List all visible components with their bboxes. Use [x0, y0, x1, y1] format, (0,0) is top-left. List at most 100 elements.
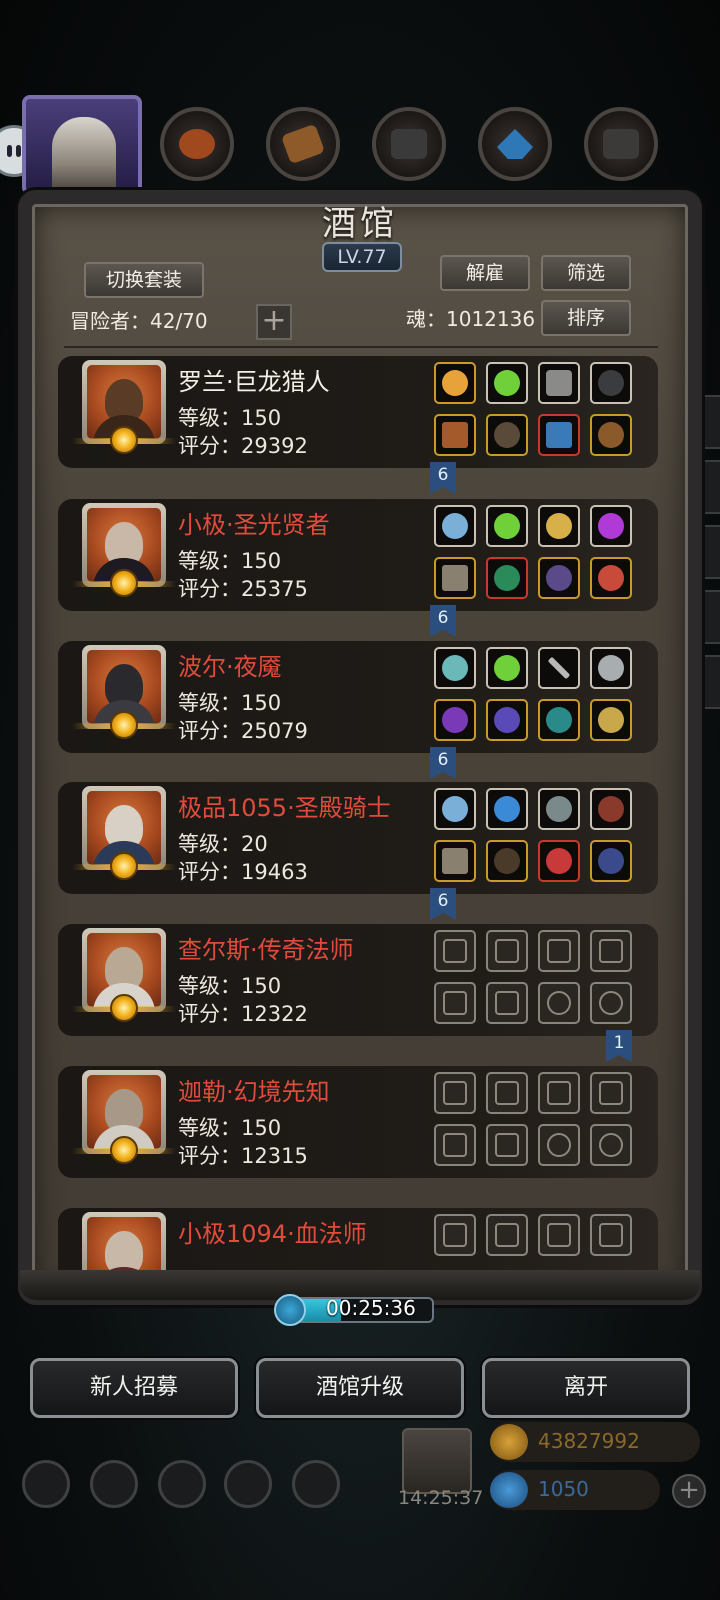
hero-score: 评分：19463 [178, 860, 308, 884]
empty-ring-slot-icon[interactable] [538, 1124, 580, 1166]
necklace-icon[interactable] [590, 557, 632, 599]
soul-count: 魂：1012136 [406, 307, 536, 331]
stone-icon[interactable] [590, 647, 632, 689]
filter-button[interactable]: 筛选 [541, 255, 631, 291]
empty-weapon-slot-icon[interactable] [434, 982, 476, 1024]
sword-icon[interactable] [538, 414, 580, 456]
player-avatar[interactable] [22, 95, 142, 195]
set-count-tag: 6 [430, 747, 456, 779]
amulet-icon[interactable] [486, 362, 528, 404]
bow-icon[interactable] [538, 699, 580, 741]
armor-piece-icon[interactable] [486, 840, 528, 882]
hero-score: 评分：25079 [178, 719, 308, 743]
menu-icon[interactable] [22, 1460, 70, 1508]
armor-icon[interactable] [160, 107, 234, 181]
empty-hourglass-slot-icon[interactable] [590, 1214, 632, 1256]
hero-portrait [82, 1212, 166, 1272]
lantern-icon[interactable] [538, 505, 580, 547]
set-count-tag: 6 [430, 462, 456, 494]
bag-icon[interactable] [158, 1460, 206, 1508]
hero-row[interactable]: 小极1094·血法师 [58, 1204, 658, 1272]
empty-weapon-slot-icon[interactable] [434, 1124, 476, 1166]
recruit-button[interactable]: 新人招募 [30, 1358, 238, 1418]
clock-icon [274, 1294, 306, 1326]
orb-icon[interactable] [486, 788, 528, 830]
empty-crown-slot-icon[interactable] [434, 1214, 476, 1256]
crown-icon[interactable] [434, 788, 476, 830]
adventurer-count: 冒险者：42/70 [70, 309, 208, 333]
helmet-icon[interactable] [434, 362, 476, 404]
empty-hourglass-slot-icon[interactable] [538, 1214, 580, 1256]
switch-set-button[interactable]: 切换套装 [84, 262, 204, 298]
robe-icon[interactable] [486, 557, 528, 599]
settings-icon[interactable] [292, 1460, 340, 1508]
quest-icon[interactable] [90, 1460, 138, 1508]
hero-name: 波尔·夜魇 [178, 653, 282, 681]
dagger-icon[interactable] [434, 699, 476, 741]
hero-row[interactable]: 极品1055·圣殿骑士 等级：20 评分：19463 6 [58, 778, 658, 920]
hero-row[interactable]: 迦勒·幻境先知 等级：150 评分：12315 [58, 1062, 658, 1180]
empty-ring-slot-icon[interactable] [590, 1124, 632, 1166]
hero-row[interactable]: 小极·圣光贤者 等级：150 评分：25375 6 [58, 495, 658, 637]
empty-crown-slot-icon[interactable] [434, 1072, 476, 1114]
chest-icon[interactable] [584, 107, 658, 181]
empty-flame-slot-icon[interactable] [486, 1072, 528, 1114]
blade-icon[interactable] [590, 699, 632, 741]
hero-name: 小极1094·血法师 [178, 1220, 367, 1248]
empty-hourglass-slot-icon[interactable] [590, 930, 632, 972]
empty-flame-slot-icon[interactable] [486, 1214, 528, 1256]
gem-icon[interactable] [590, 505, 632, 547]
dismiss-button[interactable]: 解雇 [440, 255, 530, 291]
crystal-icon[interactable] [478, 107, 552, 181]
timer-text: 00:25:36 [326, 1296, 416, 1320]
add-currency-button[interactable]: + [672, 1474, 706, 1508]
sort-button[interactable]: 排序 [541, 300, 631, 336]
tablet-icon[interactable] [538, 362, 580, 404]
gold-icon [490, 1424, 528, 1460]
hero-row[interactable]: 查尔斯·传奇法师 等级：150 评分：12322 1 [58, 920, 658, 1062]
panel-title: 酒馆 [322, 204, 398, 244]
rank-badge-icon [110, 569, 138, 597]
set-count-tag: 6 [430, 605, 456, 637]
empty-flame-slot-icon[interactable] [486, 930, 528, 972]
hero-row[interactable]: 罗兰·巨龙猎人 等级：150 评分：29392 6 [58, 352, 658, 494]
feather-icon[interactable] [590, 788, 632, 830]
pendant-icon[interactable] [538, 788, 580, 830]
empty-hourglass-slot-icon[interactable] [538, 930, 580, 972]
hero-level: 等级：150 [178, 549, 282, 573]
sword-icon[interactable] [590, 840, 632, 882]
boots-icon[interactable] [590, 414, 632, 456]
mask-icon[interactable] [538, 840, 580, 882]
leave-button[interactable]: 离开 [482, 1358, 690, 1418]
anvil-icon[interactable] [372, 107, 446, 181]
staff-icon[interactable] [434, 557, 476, 599]
gun-icon[interactable] [434, 414, 476, 456]
rank-badge-icon [110, 426, 138, 454]
add-slot-button[interactable]: + [256, 304, 292, 340]
spear-icon[interactable] [434, 840, 476, 882]
armor-piece-icon[interactable] [486, 414, 528, 456]
empty-ring-slot-icon[interactable] [538, 982, 580, 1024]
amulet-icon[interactable] [486, 505, 528, 547]
stone-icon[interactable] [590, 362, 632, 404]
scroll-icon[interactable] [266, 107, 340, 181]
empty-hourglass-slot-icon[interactable] [590, 1072, 632, 1114]
empty-hourglass-slot-icon[interactable] [538, 1072, 580, 1114]
amulet-icon[interactable] [486, 647, 528, 689]
armor-piece-icon[interactable] [486, 699, 528, 741]
mail-icon[interactable] [224, 1460, 272, 1508]
empty-armor-slot-icon[interactable] [486, 1124, 528, 1166]
empty-ring-slot-icon[interactable] [590, 982, 632, 1024]
glove-icon[interactable] [538, 557, 580, 599]
upgrade-tavern-button[interactable]: 酒馆升级 [256, 1358, 464, 1418]
wand-icon[interactable] [538, 647, 580, 689]
gift-icon[interactable] [402, 1428, 472, 1494]
set-count-tag: 6 [430, 888, 456, 920]
empty-armor-slot-icon[interactable] [486, 982, 528, 1024]
crown-icon[interactable] [434, 505, 476, 547]
empty-crown-slot-icon[interactable] [434, 930, 476, 972]
hero-row[interactable]: 波尔·夜魇 等级：150 评分：25079 6 [58, 637, 658, 779]
crown-icon[interactable] [434, 647, 476, 689]
gift-timer: 14:25:37 [398, 1487, 484, 1509]
top-bar [0, 95, 720, 205]
